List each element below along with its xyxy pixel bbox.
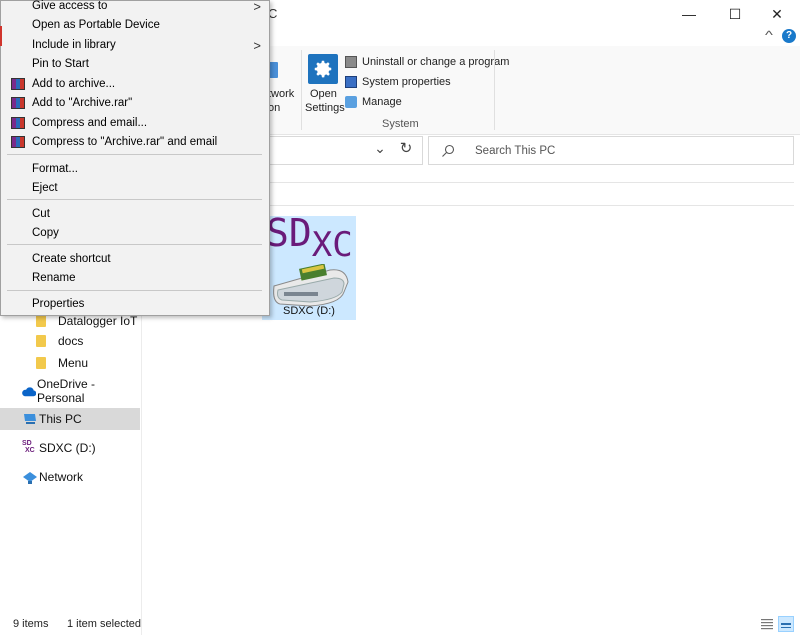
system-properties-button[interactable]: System properties xyxy=(345,76,451,88)
network-icon xyxy=(23,471,37,484)
search-placeholder: Search This PC xyxy=(475,144,556,157)
sd-card-reader-icon xyxy=(273,264,349,307)
system-properties-icon xyxy=(345,76,357,88)
header-divider-2 xyxy=(268,205,794,206)
uninstall-label: Uninstall or change a program xyxy=(362,56,510,68)
help-button[interactable]: ? xyxy=(782,29,796,43)
address-dropdown-button[interactable]: ⌄ xyxy=(372,140,388,157)
large-icons-view-button[interactable] xyxy=(778,616,794,632)
help-icon: ? xyxy=(785,30,793,41)
close-button[interactable]: ✕ xyxy=(754,0,800,28)
nav-item-label: docs xyxy=(58,334,84,348)
manage-computer-icon xyxy=(345,96,357,108)
chevron-up-icon: ^ xyxy=(765,28,773,42)
menu-item-cut[interactable]: Cut xyxy=(1,204,269,224)
nav-item-label: OneDrive - Personal xyxy=(37,377,96,405)
menu-item-properties[interactable]: Properties xyxy=(1,294,269,314)
folder-icon xyxy=(36,335,46,347)
winrar-icon xyxy=(11,117,25,129)
system-properties-label: System properties xyxy=(362,76,451,88)
menu-item-rename[interactable]: Rename xyxy=(1,268,269,288)
chevron-right-icon: > xyxy=(253,0,261,14)
window-edge-accent xyxy=(0,26,2,46)
winrar-icon xyxy=(11,136,25,148)
open-settings-button[interactable]: Open Settings xyxy=(305,54,345,114)
menu-item-copy[interactable]: Copy xyxy=(1,223,269,243)
menu-separator xyxy=(7,244,262,245)
drive-label: SDXC (D:) xyxy=(283,305,335,317)
manage-button[interactable]: Manage xyxy=(345,96,402,108)
details-view-icon xyxy=(761,619,773,630)
winrar-icon xyxy=(11,78,25,90)
large-icons-view-icon xyxy=(781,623,791,628)
menu-item-add-to-archive[interactable]: Add to archive... xyxy=(1,74,269,94)
open-settings-label-2: Settings xyxy=(305,102,345,114)
ribbon-group-system-label: System xyxy=(382,118,419,130)
chevron-right-icon: > xyxy=(253,37,261,53)
search-icon xyxy=(442,144,455,157)
menu-item-format[interactable]: Format... xyxy=(1,159,269,179)
menu-item-pin-to-start[interactable]: Pin to Start xyxy=(1,54,269,74)
chevron-down-icon: ⌄ xyxy=(374,140,386,156)
ribbon-separator xyxy=(494,50,495,130)
manage-label: Manage xyxy=(362,96,402,108)
ribbon-collapse-button[interactable]: ^ xyxy=(759,28,779,42)
maximize-icon: ☐ xyxy=(728,5,742,22)
menu-item-give-access-to[interactable]: Give access to > xyxy=(1,0,269,16)
navigation-pane-border xyxy=(141,316,142,635)
header-divider xyxy=(268,182,794,183)
menu-item-create-shortcut[interactable]: Create shortcut xyxy=(1,249,269,269)
nav-item-network[interactable]: Network xyxy=(0,466,140,488)
context-menu: Give access to > Open as Portable Device… xyxy=(0,0,270,316)
menu-item-compress-and-email[interactable]: Compress and email... xyxy=(1,113,269,133)
details-view-button[interactable] xyxy=(760,617,774,631)
refresh-button[interactable]: ↻ xyxy=(398,139,414,157)
nav-item-label: Datalogger IoT xyxy=(58,314,138,328)
cloud-icon xyxy=(22,386,36,396)
computer-icon xyxy=(24,414,36,424)
menu-item-open-as-portable-device[interactable]: Open as Portable Device xyxy=(1,15,269,35)
program-box-icon xyxy=(345,56,357,68)
minimize-icon: — xyxy=(682,6,696,22)
nav-item-label: Network xyxy=(39,470,84,484)
maximize-button[interactable]: ☐ xyxy=(712,0,758,28)
menu-separator xyxy=(7,154,262,155)
menu-separator xyxy=(7,199,262,200)
status-bar: 9 items 1 item selected xyxy=(0,613,800,635)
winrar-icon xyxy=(11,97,25,109)
menu-item-include-in-library[interactable]: Include in library > xyxy=(1,35,269,55)
drive-tile-sdxc[interactable]: SDXC SDXC (D:) xyxy=(262,211,356,320)
status-item-count: 9 items xyxy=(13,618,49,630)
status-selection: 1 item selected xyxy=(67,618,141,630)
close-icon: ✕ xyxy=(771,5,783,22)
menu-item-add-to-archive-rar[interactable]: Add to "Archive.rar" xyxy=(1,93,269,113)
minimize-button[interactable]: — xyxy=(666,0,712,28)
search-box[interactable]: Search This PC xyxy=(428,136,794,165)
open-settings-label-1: Open xyxy=(310,88,337,100)
gear-icon xyxy=(308,54,338,84)
nav-item-onedrive[interactable]: OneDrive - Personal xyxy=(0,377,140,405)
folder-icon xyxy=(36,357,46,369)
network-location-label-1: twork xyxy=(268,88,295,100)
nav-item-docs[interactable]: docs xyxy=(0,330,140,352)
nav-item-label: Menu xyxy=(58,356,89,370)
nav-item-sdxc-drive[interactable]: SD XC SDXC (D:) xyxy=(0,437,140,459)
nav-item-this-pc[interactable]: This PC xyxy=(0,408,140,430)
uninstall-program-button[interactable]: Uninstall or change a program xyxy=(345,56,509,68)
menu-item-eject[interactable]: Eject xyxy=(1,178,269,198)
nav-item-label: SDXC (D:) xyxy=(39,441,96,455)
nav-item-label: This PC xyxy=(39,412,82,426)
sdxc-logo: SDXC xyxy=(266,211,353,265)
sdxc-drive-icon: SD XC xyxy=(22,440,35,454)
ribbon-separator xyxy=(301,50,302,130)
folder-icon xyxy=(36,315,46,327)
nav-item-menu[interactable]: Menu xyxy=(0,352,140,374)
menu-item-compress-to-archive-rar-and-email[interactable]: Compress to "Archive.rar" and email xyxy=(1,132,269,152)
refresh-icon: ↻ xyxy=(399,140,413,157)
menu-separator xyxy=(7,290,262,291)
